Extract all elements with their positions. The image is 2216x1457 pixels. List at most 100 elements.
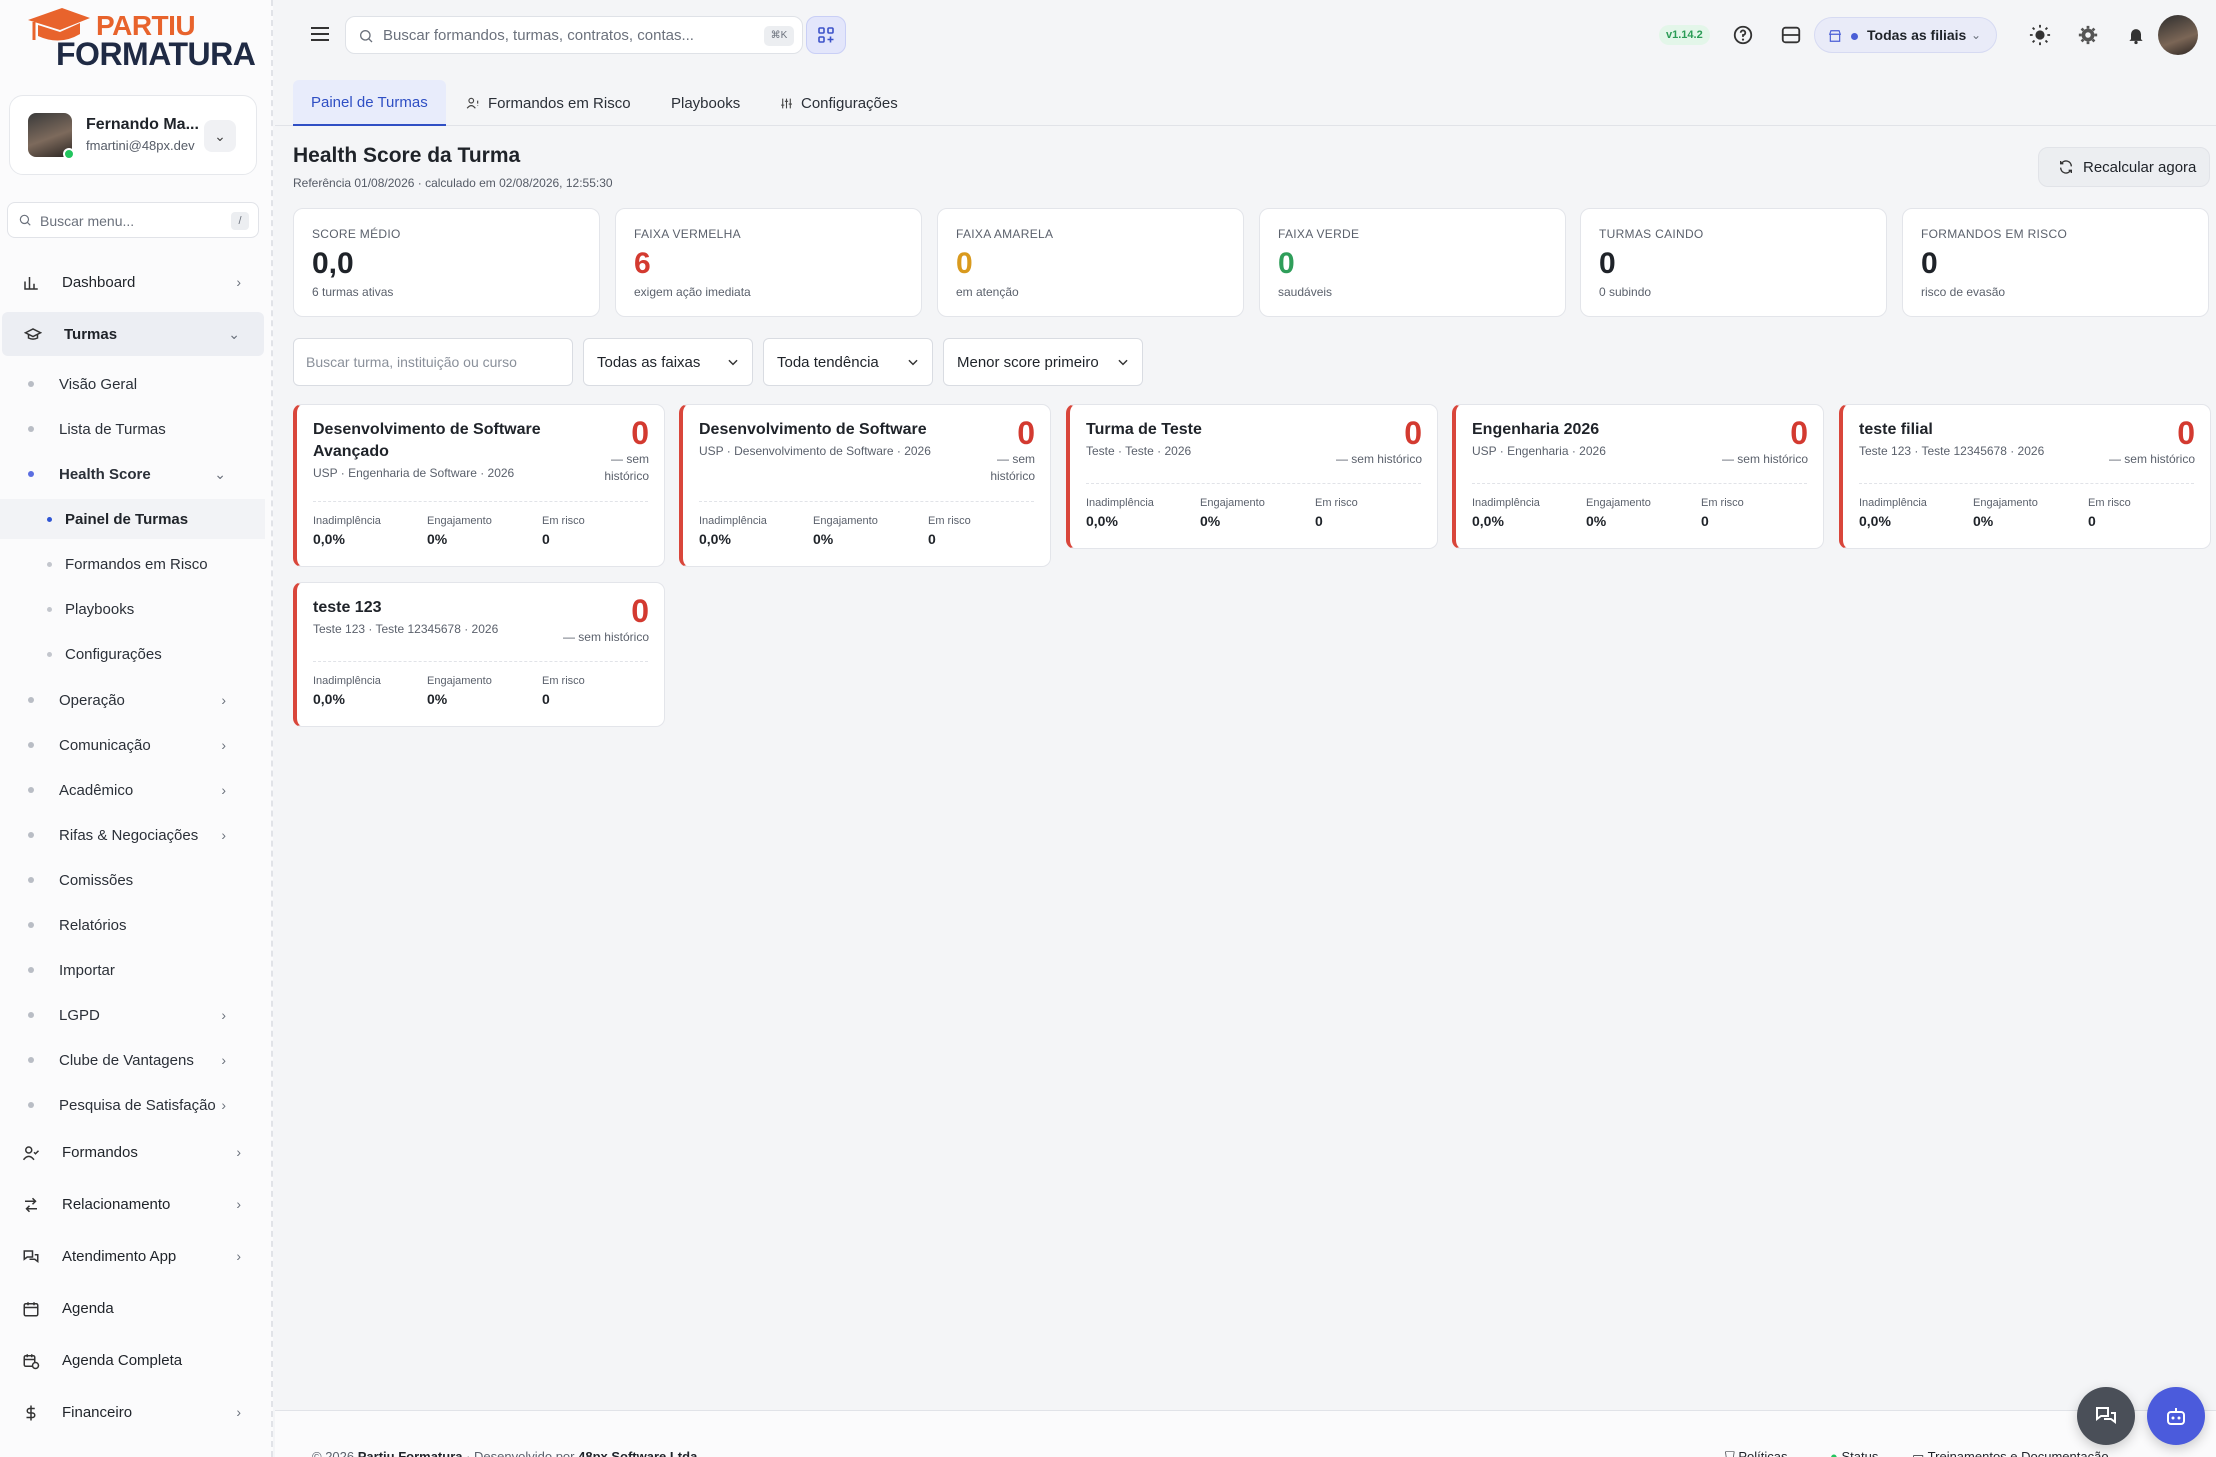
help-button[interactable] [1731,23,1755,47]
menu-search-input[interactable]: Buscar menu... / [7,202,259,238]
metric-value-default: 0,0% [313,691,345,707]
card-divider [1472,483,1807,484]
sidebar-subitem-label: Comunicação [59,736,151,754]
metric-label-risk: Em risco [2088,497,2131,509]
metric-label-engagement: Engajamento [427,675,492,687]
bullet-icon [28,381,34,387]
sidebar-item-agenda-completa[interactable]: Agenda Completa [0,1338,265,1382]
sidebar-subitem-academico[interactable]: Acadêmico › [0,770,265,810]
class-meta: USP · Engenharia de Software · 2026 [313,466,515,480]
trend-filter-select[interactable]: Toda tendência [763,338,933,386]
apps-grid-button[interactable] [806,16,846,54]
chevron-down-icon: ⌄ [1970,28,1981,42]
sidebar-item-dashboard[interactable]: Dashboard › [0,260,265,304]
avatar[interactable] [2158,15,2198,55]
class-score: 0 [2177,415,2195,451]
sort-select[interactable]: Menor score primeiro [943,338,1143,386]
sidebar-subitem-formandos-em-risco[interactable]: Formandos em Risco [0,544,265,584]
stat-card: TURMAS CAINDO 0 0 subindo [1580,208,1887,317]
chevron-right-icon: › [221,782,226,798]
tab-painel-de-turmas[interactable]: Painel de Turmas [293,80,446,126]
notifications-button[interactable] [2124,23,2148,47]
sidebar-item-atendimento-app[interactable]: Atendimento App › [0,1234,265,1278]
footer-policies-link[interactable]: ⛉ Políticas [1725,1449,1788,1457]
footer-status-link[interactable]: ● Status [1830,1449,1878,1457]
settings-button[interactable] [2076,23,2100,47]
sidebar-subitem-importar[interactable]: Importar [0,950,265,990]
sidebar-subitem-lista-de-turmas[interactable]: Lista de Turmas [0,409,265,449]
book-icon: ▭ [1912,1449,1928,1457]
sun-icon [2029,24,2051,46]
sidebar-subitem-comissoes[interactable]: Comissões [0,860,265,900]
sidebar-item-formandos[interactable]: Formandos › [0,1130,265,1174]
recalculate-label: Recalcular agora [2083,158,2197,176]
sidebar-subitem-label: Visão Geral [59,375,138,393]
class-health-card[interactable]: Desenvolvimento de Software USP · Desenvo… [679,404,1051,567]
class-search-input[interactable]: Buscar turma, instituição ou curso [293,338,573,386]
sidebar-subitem-configuracoes[interactable]: Configurações [0,634,265,674]
class-health-card[interactable]: Desenvolvimento de Software Avançado USP … [293,404,665,567]
class-health-card[interactable]: Turma de Teste Teste · Teste · 2026 0— sem… [1066,404,1438,549]
chevron-right-icon: › [221,1097,226,1113]
class-health-card[interactable]: teste 123 Teste 123 · Teste 12345678 · 20… [293,582,665,727]
metric-value-engagement: 0% [813,531,834,547]
tab-configuracoes[interactable]: Configurações [762,80,916,126]
sidebar-subitem-operacao[interactable]: Operação › [0,680,265,720]
sidebar-subitem-label: Comissões [59,871,134,889]
stat-value: 6 [634,247,651,280]
chevron-right-icon: › [236,1144,241,1160]
sidebar-subitem-playbooks[interactable]: Playbooks [0,589,265,629]
class-health-card[interactable]: Engenharia 2026 USP · Engenharia · 2026 0—… [1452,404,1824,549]
user-menu-button[interactable]: ⌄ [204,120,236,152]
metric-label-default: Inadimplência [1086,497,1154,509]
chevron-right-icon: › [221,827,226,843]
search-icon [360,30,373,43]
search-icon [19,214,31,226]
tab-label: Formandos em Risco [488,94,631,112]
layout-button[interactable] [1779,23,1803,47]
sidebar-subitem-lgpd[interactable]: LGPD › [0,995,265,1035]
branch-selector[interactable]: Todas as filiais ⌄ [1814,17,1997,53]
menu-search-placeholder: Buscar menu... [40,213,135,229]
sidebar-item-label: Formandos [62,1143,138,1161]
gear-icon [2078,25,2098,45]
sidebar-subitem-health-score[interactable]: Health Score ⌄ [0,454,265,494]
sidebar-subitem-clube-de-vantagens[interactable]: Clube de Vantagens › [0,1040,265,1080]
tab-formandos-em-risco[interactable]: Formandos em Risco [448,80,649,126]
recalculate-button[interactable]: Recalcular agora [2038,147,2210,187]
class-trend: — sem histórico [562,630,649,644]
sidebar-subitem-pesquisa-de-satisfacao[interactable]: Pesquisa de Satisfação › [0,1085,265,1125]
footer-developer-link[interactable]: 48px Software Ltda [578,1449,697,1457]
tab-playbooks[interactable]: Playbooks [653,80,758,126]
sidebar-item-relacionamento[interactable]: Relacionamento › [0,1182,265,1226]
sidebar-item-agenda[interactable]: Agenda [0,1286,265,1330]
sidebar-subitem-relatorios[interactable]: Relatórios [0,905,265,945]
sidebar-subitem-label: Importar [59,961,115,979]
sidebar-subitem-painel-de-turmas[interactable]: Painel de Turmas [0,499,265,539]
sidebar-subitem-visao-geral[interactable]: Visão Geral [0,364,265,404]
avatar [28,113,75,160]
layout-icon [1781,26,1801,44]
user-card[interactable]: Fernando Ma... fmartini@48px.dev ⌄ [9,95,257,175]
class-health-card[interactable]: teste filial Teste 123 · Teste 12345678 ·… [1839,404,2211,549]
footer-company[interactable]: Partiu Formatura [358,1449,463,1457]
assistant-bot-button[interactable] [2147,1387,2205,1445]
band-filter-select[interactable]: Todas as faixas [583,338,753,386]
sidebar-item-financeiro[interactable]: Financeiro › [0,1390,265,1434]
bullet-icon [28,787,34,793]
theme-toggle-button[interactable] [2028,23,2052,47]
menu-toggle-icon[interactable] [309,24,331,44]
class-name: Desenvolvimento de Software [699,421,927,438]
class-name: Turma de Teste [1086,421,1202,438]
chat-bubbles-icon [23,1250,39,1263]
sidebar-subitem-rifas-negociacoes[interactable]: Rifas & Negociações › [0,815,265,855]
global-search-input[interactable]: Buscar formandos, turmas, contratos, con… [345,16,803,54]
footer-training-link[interactable]: ▭ Treinamentos e Documentação [1912,1449,2109,1457]
sidebar-item-turmas[interactable]: Turmas ⌄ [2,312,264,356]
chat-support-button[interactable] [2077,1387,2135,1445]
sidebar-subitem-comunicacao[interactable]: Comunicação › [0,725,265,765]
stat-label: FAIXA AMARELA [956,227,1054,241]
brand-logo[interactable]: PARTIU FORMATURA [24,6,256,72]
chevron-right-icon: › [236,1248,241,1264]
card-divider [699,501,1034,502]
